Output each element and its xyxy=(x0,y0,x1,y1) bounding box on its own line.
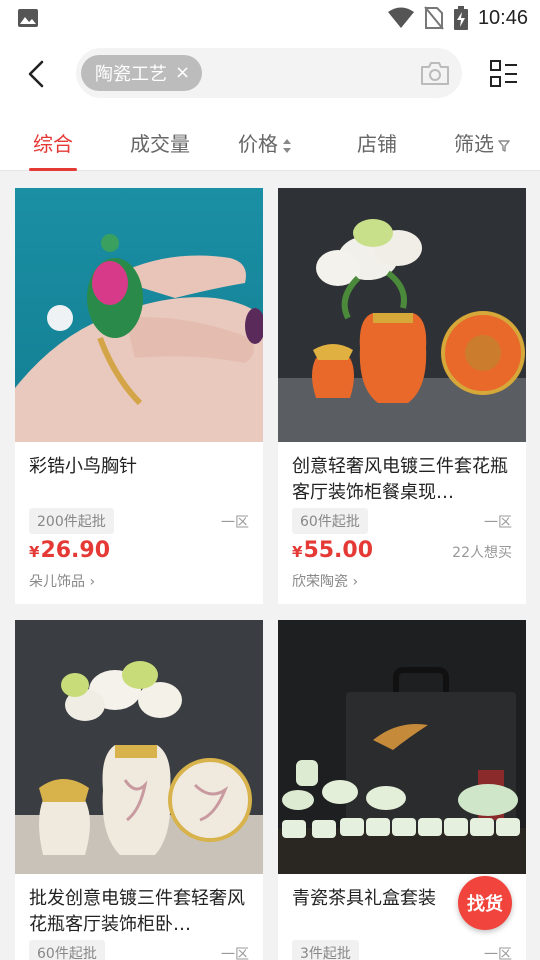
search-input[interactable]: 陶瓷工艺 × xyxy=(76,48,462,98)
product-title: 彩锆小鸟胸针 xyxy=(29,456,137,477)
camera-icon[interactable] xyxy=(420,60,450,86)
region-label: 一区 xyxy=(484,947,512,960)
back-arrow-icon[interactable] xyxy=(20,56,56,92)
region-label: 一区 xyxy=(221,515,249,531)
sort-tabs: 综合 成交量 价格 店铺 筛选 xyxy=(0,112,540,171)
tab-comprehensive[interactable]: 综合 xyxy=(33,128,73,157)
wifi-icon xyxy=(387,7,414,28)
find-goods-button[interactable]: 找货 xyxy=(458,876,512,930)
tab-filter-label: 筛选 xyxy=(454,132,494,156)
product-meta: 3件起批 一区 xyxy=(292,940,512,960)
price-value: 55.00 xyxy=(303,538,374,563)
shop-link[interactable]: 欣荣陶瓷 › xyxy=(292,571,358,591)
moq-badge: 60件起批 xyxy=(29,940,105,960)
shop-link[interactable]: 朵儿饰品 › xyxy=(29,571,95,591)
region-label: 一区 xyxy=(221,947,249,960)
search-keyword-label: 陶瓷工艺 xyxy=(95,64,167,85)
tab-price[interactable]: 价格 xyxy=(238,128,292,157)
battery-charging-icon xyxy=(453,6,468,30)
product-card[interactable]: 彩锆小鸟胸针 200件起批 一区 ¥26.90 朵儿饰品 › xyxy=(15,188,263,604)
region-label: 一区 xyxy=(484,515,512,531)
shop-name: 朵儿饰品 xyxy=(29,574,85,590)
chevron-right-icon: › xyxy=(352,574,359,590)
filter-funnel-icon xyxy=(498,139,510,152)
currency-symbol: ¥ xyxy=(29,543,40,561)
chevron-right-icon: › xyxy=(89,574,96,590)
price-value: 26.90 xyxy=(40,538,111,563)
wants-count: 22人想买 xyxy=(452,545,512,561)
product-title: 创意轻奢风电镀三件套花瓶客厅装饰柜餐桌现… xyxy=(292,456,508,503)
product-image xyxy=(278,188,526,442)
product-image xyxy=(15,188,263,442)
moq-badge: 200件起批 xyxy=(29,508,114,534)
status-time: 10:46 xyxy=(477,6,528,29)
product-image xyxy=(278,620,526,874)
tab-shop[interactable]: 店铺 xyxy=(357,128,397,157)
product-image xyxy=(15,620,263,874)
currency-symbol: ¥ xyxy=(292,543,303,561)
moq-badge: 3件起批 xyxy=(292,940,359,960)
status-bar: 10:46 xyxy=(0,0,540,36)
sort-arrows-icon xyxy=(283,138,291,153)
search-keyword-chip[interactable]: 陶瓷工艺 × xyxy=(81,55,203,91)
product-price: ¥55.00 xyxy=(292,538,373,563)
no-sim-icon xyxy=(424,6,444,30)
product-meta: 60件起批 一区 ¥55.00 22人想买 欣荣陶瓷 › xyxy=(292,508,512,591)
search-header: 陶瓷工艺 × xyxy=(0,36,540,112)
moq-badge: 60件起批 xyxy=(292,508,368,534)
product-meta: 60件起批 一区 xyxy=(29,940,249,960)
product-card[interactable]: 创意轻奢风电镀三件套花瓶客厅装饰柜餐桌现… 60件起批 一区 ¥55.00 22… xyxy=(278,188,526,604)
product-card[interactable]: 批发创意电镀三件套轻奢风花瓶客厅装饰柜卧… 60件起批 一区 xyxy=(15,620,263,960)
clear-keyword-icon[interactable]: × xyxy=(175,64,190,82)
product-title: 批发创意电镀三件套轻奢风花瓶客厅装饰柜卧… xyxy=(29,888,245,935)
grid-list-toggle-icon[interactable] xyxy=(490,60,518,88)
tab-filter[interactable]: 筛选 xyxy=(454,128,510,157)
image-notification-icon xyxy=(18,9,38,27)
product-meta: 200件起批 一区 ¥26.90 朵儿饰品 › xyxy=(29,508,249,591)
active-tab-indicator xyxy=(29,168,77,171)
shop-name: 欣荣陶瓷 xyxy=(292,574,348,590)
tab-sales-volume[interactable]: 成交量 xyxy=(130,128,190,157)
product-price: ¥26.90 xyxy=(29,538,110,563)
tab-price-label: 价格 xyxy=(238,132,278,156)
